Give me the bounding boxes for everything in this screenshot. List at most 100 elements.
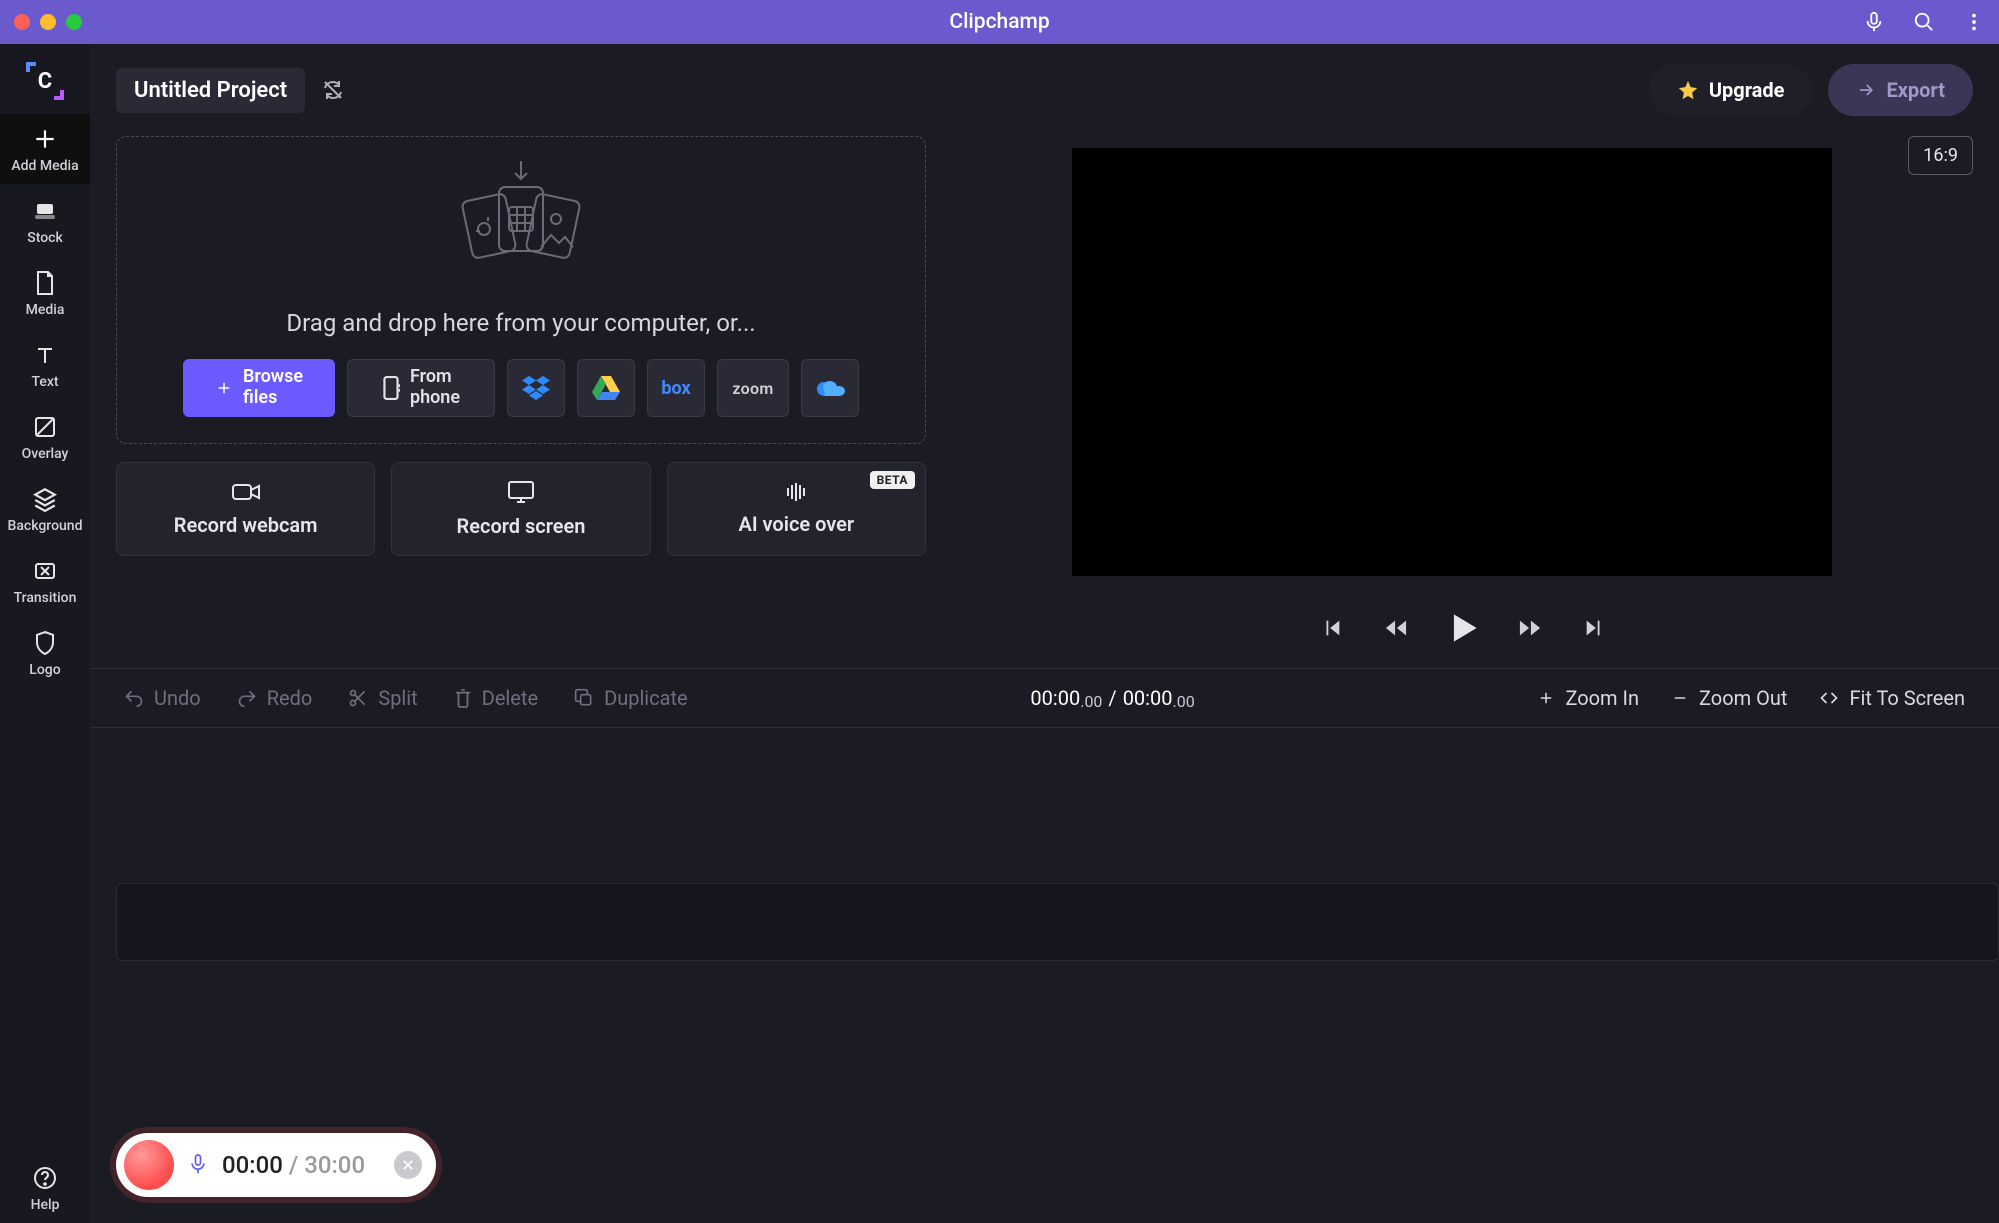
search-icon[interactable] — [1913, 11, 1935, 33]
phone-icon — [382, 376, 400, 400]
more-menu-icon[interactable] — [1963, 11, 1985, 33]
record-button[interactable] — [124, 1140, 174, 1190]
sidebar-item-label: Logo — [29, 662, 60, 678]
sidebar-item-label: Add Media — [11, 158, 78, 174]
sidebar-item-label: Media — [26, 302, 65, 318]
trash-icon — [454, 688, 472, 708]
sidebar: C Add Media Stock Media Text Overlay Bac… — [0, 44, 90, 1223]
star-icon — [1677, 79, 1699, 101]
action-label: Record screen — [457, 514, 586, 538]
play-button[interactable] — [1449, 614, 1477, 642]
sidebar-item-media[interactable]: Media — [0, 258, 90, 328]
header: Untitled Project Upgrade Export — [90, 44, 1999, 126]
sidebar-item-stock[interactable]: Stock — [0, 186, 90, 256]
plus-icon — [32, 126, 58, 152]
upgrade-label: Upgrade — [1709, 78, 1785, 102]
aspect-ratio-button[interactable]: 16:9 — [1908, 136, 1973, 175]
zoom-out-button[interactable]: Zoom Out — [1657, 678, 1801, 718]
sidebar-item-background[interactable]: Background — [0, 474, 90, 544]
sidebar-item-text[interactable]: Text — [0, 330, 90, 400]
sidebar-item-label: Help — [31, 1197, 60, 1213]
onedrive-icon — [815, 378, 845, 398]
sync-off-icon[interactable] — [321, 78, 345, 102]
layers-icon — [32, 486, 58, 512]
sidebar-item-overlay[interactable]: Overlay — [0, 402, 90, 472]
onedrive-button[interactable] — [801, 359, 859, 417]
ai-voice-over-button[interactable]: BETA AI voice over — [667, 462, 926, 556]
undo-icon — [124, 689, 144, 707]
video-preview[interactable] — [1072, 148, 1832, 576]
timeline-track[interactable] — [116, 883, 1999, 961]
zoom-in-button[interactable]: Zoom In — [1523, 678, 1653, 718]
microphone-icon[interactable] — [188, 1153, 208, 1177]
file-icon — [32, 270, 58, 296]
window-titlebar: Clipchamp — [0, 0, 1999, 44]
help-icon — [32, 1165, 58, 1191]
copy-icon — [574, 688, 594, 708]
plus-icon — [215, 379, 233, 397]
recorder-time: 00:00 / 30:00 — [222, 1151, 365, 1179]
minimize-window-button[interactable] — [40, 14, 56, 30]
sidebar-item-label: Transition — [14, 590, 77, 606]
beta-badge: BETA — [870, 471, 915, 489]
voice-recorder-pill: 00:00 / 30:00 — [116, 1133, 436, 1197]
forward-button[interactable] — [1517, 617, 1543, 639]
record-webcam-button[interactable]: Record webcam — [116, 462, 375, 556]
recorder-cancel-button[interactable] — [394, 1151, 422, 1179]
svg-text:C: C — [38, 69, 52, 94]
dropbox-button[interactable] — [507, 359, 565, 417]
export-button[interactable]: Export — [1828, 64, 1973, 116]
undo-button[interactable]: Undo — [110, 678, 215, 718]
waveform-icon — [781, 482, 811, 502]
split-button[interactable]: Split — [334, 678, 431, 718]
transition-icon — [32, 558, 58, 584]
sidebar-item-label: Text — [31, 374, 58, 390]
app-title: Clipchamp — [949, 10, 1049, 34]
sidebar-item-help[interactable]: Help — [0, 1153, 90, 1223]
sidebar-item-label: Stock — [27, 230, 63, 246]
action-label: AI voice over — [738, 512, 854, 536]
box-button[interactable]: box — [647, 359, 705, 417]
duplicate-button[interactable]: Duplicate — [560, 678, 702, 718]
app-logo[interactable]: C — [22, 58, 68, 104]
delete-button[interactable]: Delete — [440, 678, 552, 718]
playback-controls — [952, 614, 1973, 642]
overlay-icon — [32, 414, 58, 440]
dropbox-icon — [522, 376, 550, 400]
timeline[interactable]: 00:00 / 30:00 — [90, 728, 1999, 1223]
sidebar-item-logo[interactable]: Logo — [0, 618, 90, 688]
monitor-icon — [507, 480, 535, 504]
upgrade-button[interactable]: Upgrade — [1649, 64, 1813, 116]
sidebar-item-label: Overlay — [22, 446, 69, 462]
browse-files-button[interactable]: Browsefiles — [183, 359, 335, 417]
close-window-button[interactable] — [14, 14, 30, 30]
box-icon: box — [661, 378, 690, 399]
zoom-button[interactable]: zoom — [717, 359, 789, 417]
google-drive-button[interactable] — [577, 359, 635, 417]
main-content: Untitled Project Upgrade Export — [90, 44, 1999, 1223]
timecode-display: 00:00.00 / 00:00.00 — [1030, 686, 1194, 710]
window-controls — [14, 14, 82, 30]
from-phone-button[interactable]: Fromphone — [347, 359, 495, 417]
scissors-icon — [348, 688, 368, 708]
sidebar-item-add-media[interactable]: Add Media — [0, 114, 90, 184]
shield-icon — [32, 630, 58, 656]
skip-end-button[interactable] — [1583, 617, 1605, 639]
media-dropzone[interactable]: Drag and drop here from your computer, o… — [116, 136, 926, 444]
record-screen-button[interactable]: Record screen — [391, 462, 650, 556]
action-label: Record webcam — [174, 513, 318, 537]
minus-icon — [1671, 689, 1689, 707]
dropzone-illustration — [431, 159, 611, 289]
sidebar-item-transition[interactable]: Transition — [0, 546, 90, 616]
dropzone-instruction: Drag and drop here from your computer, o… — [286, 309, 755, 337]
rewind-button[interactable] — [1383, 617, 1409, 639]
zoom-icon: zoom — [732, 379, 773, 398]
skip-start-button[interactable] — [1321, 617, 1343, 639]
microphone-icon[interactable] — [1863, 11, 1885, 33]
google-drive-icon — [592, 376, 620, 400]
fit-to-screen-button[interactable]: Fit To Screen — [1805, 678, 1979, 718]
project-title[interactable]: Untitled Project — [116, 68, 305, 113]
redo-button[interactable]: Redo — [223, 678, 327, 718]
maximize-window-button[interactable] — [66, 14, 82, 30]
text-icon — [32, 342, 58, 368]
